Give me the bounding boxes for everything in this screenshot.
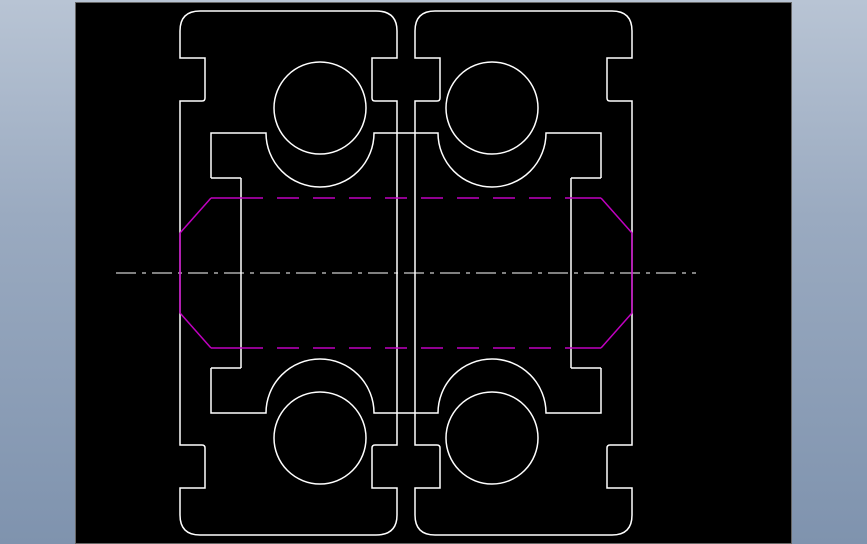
chamfer-right-bottom xyxy=(601,313,632,348)
ball-top-left xyxy=(274,62,366,154)
ball-top-right xyxy=(446,62,538,154)
ball-bottom-right xyxy=(446,392,538,484)
chamfer-left-bottom xyxy=(180,313,211,348)
inner-race-bottom xyxy=(211,359,601,413)
cad-drawing-canvas xyxy=(75,2,792,544)
chamfer-left-top xyxy=(180,198,211,233)
bearing-cross-section xyxy=(76,3,791,543)
inner-race-top xyxy=(211,133,601,187)
chamfer-right-top xyxy=(601,198,632,233)
ball-bottom-left xyxy=(274,392,366,484)
